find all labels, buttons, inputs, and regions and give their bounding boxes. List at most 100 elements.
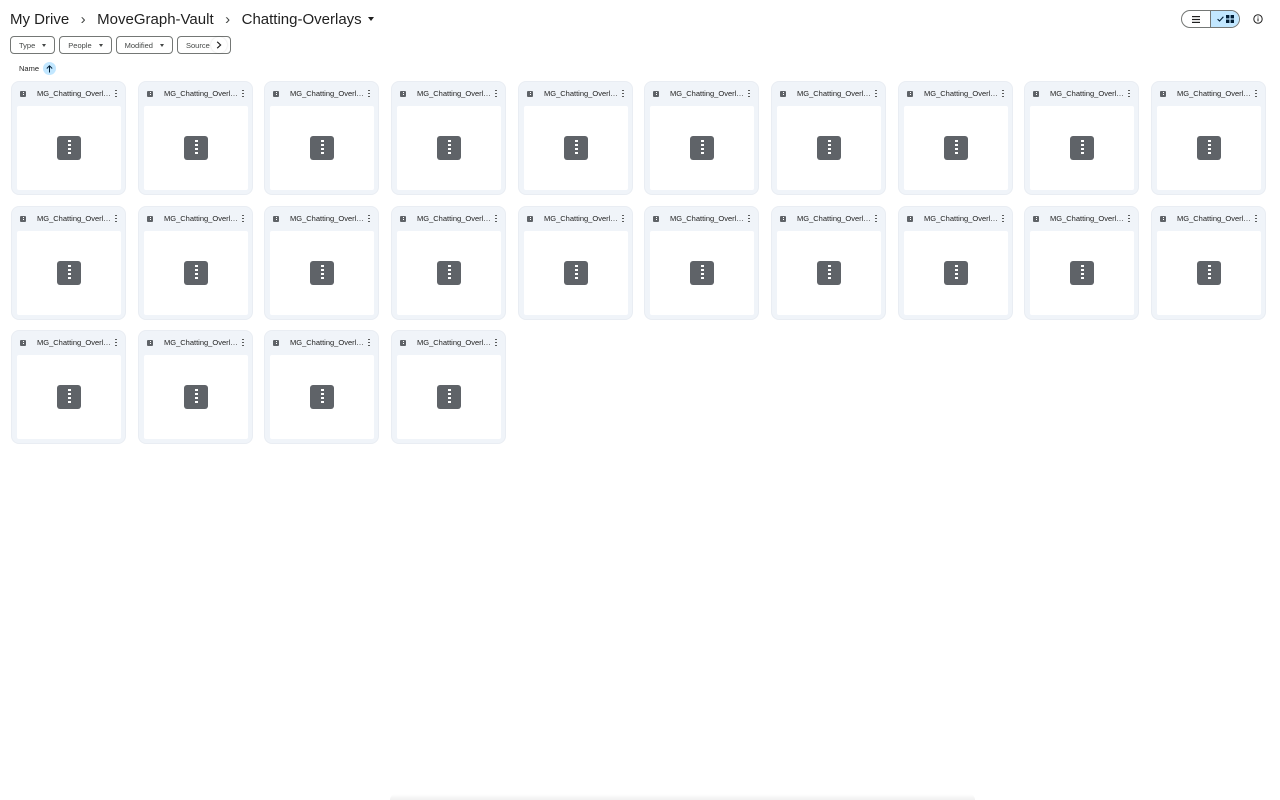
file-card[interactable]: MG_Chatting_Overla... (12, 331, 125, 443)
file-card[interactable]: MG_Chatting_Overla... (392, 82, 505, 194)
file-card[interactable]: MG_Chatting_Overla... (139, 207, 252, 319)
file-card-header: MG_Chatting_Overla... (1025, 207, 1138, 229)
filter-people[interactable]: People (59, 36, 112, 54)
file-name: MG_Chatting_Overla... (544, 89, 620, 98)
more-actions-button[interactable] (493, 337, 499, 348)
grid-view-button[interactable] (1210, 11, 1239, 27)
file-thumbnail (397, 106, 501, 190)
filter-type[interactable]: Type (10, 36, 56, 54)
filter-people-label: People (68, 40, 92, 50)
file-card[interactable]: MG_Chatting_Overla... (392, 331, 505, 443)
zip-file-icon (780, 216, 786, 222)
file-card[interactable]: MG_Chatting_Overla... (645, 207, 758, 319)
more-actions-button[interactable] (1000, 213, 1006, 224)
more-actions-button[interactable] (113, 213, 119, 224)
file-card-header: MG_Chatting_Overla... (139, 207, 252, 229)
more-actions-button[interactable] (620, 88, 626, 99)
more-actions-button[interactable] (1126, 88, 1132, 99)
file-card[interactable]: MG_Chatting_Overla... (392, 207, 505, 319)
more-actions-button[interactable] (1126, 213, 1132, 224)
more-actions-button[interactable] (746, 213, 752, 224)
chevron-down-icon (42, 43, 47, 47)
file-thumbnail (777, 106, 881, 190)
more-actions-button[interactable] (240, 213, 246, 224)
file-thumbnail (524, 106, 628, 190)
more-actions-button[interactable] (113, 88, 119, 99)
zip-archive-icon (1070, 136, 1094, 160)
more-actions-button[interactable] (873, 88, 879, 99)
more-actions-button[interactable] (493, 88, 499, 99)
more-actions-button[interactable] (1253, 213, 1259, 224)
file-card[interactable]: MG_Chatting_Overla... (899, 207, 1012, 319)
file-name: MG_Chatting_Overla... (797, 214, 873, 223)
file-card[interactable]: MG_Chatting_Overla... (12, 82, 125, 194)
more-actions-button[interactable] (240, 88, 246, 99)
more-actions-button[interactable] (366, 337, 372, 348)
file-name: MG_Chatting_Overla... (37, 214, 113, 223)
info-button[interactable] (1250, 11, 1266, 27)
file-thumbnail (144, 355, 248, 439)
file-thumbnail (144, 106, 248, 190)
list-view-button[interactable] (1182, 11, 1210, 27)
file-card-header: MG_Chatting_Overla... (899, 82, 1012, 104)
zip-archive-icon (1070, 261, 1094, 285)
file-card-header: MG_Chatting_Overla... (12, 331, 125, 353)
file-card[interactable]: MG_Chatting_Overla... (12, 207, 125, 319)
file-card[interactable]: MG_Chatting_Overla... (1025, 207, 1138, 319)
zip-archive-icon (1197, 261, 1221, 285)
file-card[interactable]: MG_Chatting_Overla... (265, 82, 378, 194)
zip-file-icon (780, 91, 786, 97)
check-icon (1216, 16, 1224, 22)
filter-modified[interactable]: Modified (115, 36, 173, 54)
more-actions-button[interactable] (113, 337, 119, 348)
zip-file-icon (20, 91, 26, 97)
file-card-header: MG_Chatting_Overla... (139, 331, 252, 353)
more-actions-button[interactable] (366, 213, 372, 224)
file-card[interactable]: MG_Chatting_Overla... (1152, 207, 1265, 319)
more-actions-button[interactable] (1000, 88, 1006, 99)
file-card-header: MG_Chatting_Overla... (645, 82, 758, 104)
file-thumbnail (397, 231, 501, 315)
zip-archive-icon (57, 385, 81, 409)
file-card[interactable]: MG_Chatting_Overla... (519, 82, 632, 194)
zip-archive-icon (437, 136, 461, 160)
zip-archive-icon (1197, 136, 1221, 160)
more-actions-button[interactable] (746, 88, 752, 99)
zip-file-icon (20, 216, 26, 222)
file-thumbnail (777, 231, 881, 315)
file-card[interactable]: MG_Chatting_Overla... (265, 331, 378, 443)
file-card[interactable]: MG_Chatting_Overla... (139, 82, 252, 194)
file-card[interactable]: MG_Chatting_Overla... (519, 207, 632, 319)
file-thumbnail (270, 106, 374, 190)
file-card[interactable]: MG_Chatting_Overla... (645, 82, 758, 194)
breadcrumb-my-drive[interactable]: My Drive (10, 11, 69, 28)
file-name: MG_Chatting_Overla... (1177, 214, 1253, 223)
file-card[interactable]: MG_Chatting_Overla... (1152, 82, 1265, 194)
file-card[interactable]: MG_Chatting_Overla... (772, 207, 885, 319)
bottom-panel-edge (390, 794, 975, 800)
more-actions-button[interactable] (493, 213, 499, 224)
file-thumbnail (17, 355, 121, 439)
file-thumbnail (1157, 231, 1261, 315)
file-thumbnail (144, 231, 248, 315)
more-actions-button[interactable] (620, 213, 626, 224)
file-card-header: MG_Chatting_Overla... (772, 207, 885, 229)
file-card[interactable]: MG_Chatting_Overla... (1025, 82, 1138, 194)
breadcrumb-movegraph-vault[interactable]: MoveGraph-Vault (97, 11, 213, 28)
file-card[interactable]: MG_Chatting_Overla... (772, 82, 885, 194)
breadcrumb-current-folder[interactable]: Chatting-Overlays (242, 11, 374, 28)
file-card[interactable]: MG_Chatting_Overla... (265, 207, 378, 319)
sort-name-label[interactable]: Name (19, 64, 39, 73)
more-actions-button[interactable] (240, 337, 246, 348)
filters-scroll-right-button[interactable] (211, 37, 227, 53)
zip-archive-icon (310, 136, 334, 160)
more-actions-button[interactable] (873, 213, 879, 224)
more-actions-button[interactable] (366, 88, 372, 99)
zip-file-icon (273, 216, 279, 222)
file-card[interactable]: MG_Chatting_Overla... (139, 331, 252, 443)
file-card[interactable]: MG_Chatting_Overla... (899, 82, 1012, 194)
more-actions-button[interactable] (1253, 88, 1259, 99)
sort-direction-button[interactable] (43, 62, 57, 75)
zip-file-icon (1033, 91, 1039, 97)
breadcrumb-separator: › (80, 10, 86, 28)
